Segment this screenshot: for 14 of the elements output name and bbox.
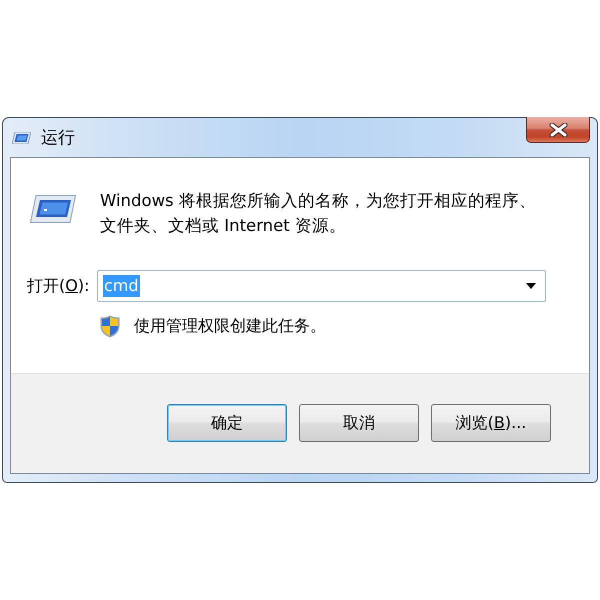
close-button[interactable] — [526, 117, 590, 143]
open-label: 打开(O): — [27, 275, 90, 297]
browse-button[interactable]: 浏览(B)... — [431, 404, 551, 442]
cancel-button[interactable]: 取消 — [299, 404, 419, 442]
close-icon — [548, 122, 568, 136]
description-text: Windows 将根据您所输入的名称，为您打开相应的程序、文件夹、文档或 Internet 资源。 — [100, 190, 537, 237]
shield-icon — [100, 314, 120, 338]
window-title: 运行 — [41, 128, 75, 148]
window-icon — [12, 132, 31, 144]
caret-icon[interactable] — [526, 283, 536, 289]
admin-note-text: 使用管理权限创建此任务。 — [134, 315, 326, 337]
ok-button[interactable]: 确定 — [167, 404, 287, 442]
field-value: cmd — [103, 275, 140, 297]
app-window-icon — [30, 195, 76, 223]
